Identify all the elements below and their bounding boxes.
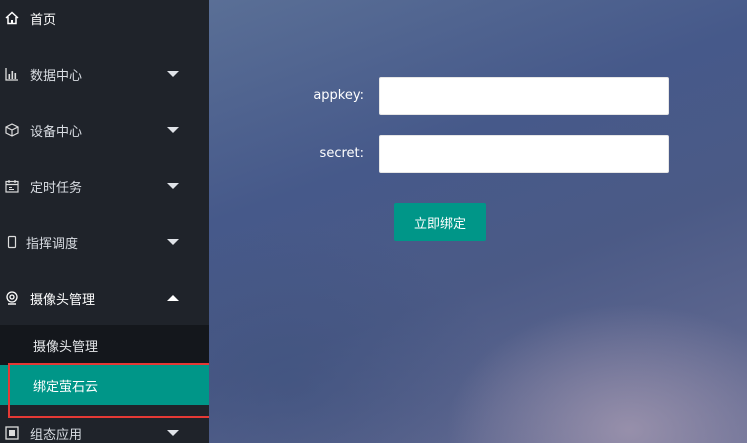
sidebar-item-config-apps[interactable]: 组态应用 xyxy=(0,405,209,443)
submenu-item-bind-ezviz[interactable]: 绑定萤石云 xyxy=(0,365,209,405)
cube-icon xyxy=(4,122,20,138)
secret-input[interactable] xyxy=(379,135,669,173)
calendar-icon xyxy=(4,178,20,194)
appkey-input[interactable] xyxy=(379,77,669,115)
sidebar: 首页 数据中心 设备中心 定时任务 指挥调度 摄像头管理 摄像头管理 绑定萤石云… xyxy=(0,0,209,443)
camera-submenu: 摄像头管理 绑定萤石云 xyxy=(0,325,209,405)
app-root: 首页 数据中心 设备中心 定时任务 指挥调度 摄像头管理 摄像头管理 绑定萤石云… xyxy=(0,0,747,443)
secret-label: secret: xyxy=(319,146,364,161)
sidebar-item-label: 定时任务 xyxy=(30,180,83,196)
app-icon xyxy=(4,425,20,441)
sidebar-item-label: 指挥调度 xyxy=(26,236,79,252)
chevron-down-icon xyxy=(167,239,179,245)
home-icon xyxy=(4,10,20,26)
sidebar-item-data-center[interactable]: 数据中心 xyxy=(0,46,209,102)
sidebar-item-home[interactable]: 首页 xyxy=(0,0,209,46)
chart-icon xyxy=(4,66,20,82)
sidebar-item-device-center[interactable]: 设备中心 xyxy=(0,102,209,158)
bind-now-button[interactable]: 立即绑定 xyxy=(394,203,486,241)
sidebar-item-camera-management[interactable]: 摄像头管理 xyxy=(0,270,209,326)
sidebar-item-label: 首页 xyxy=(30,12,57,28)
chevron-up-icon xyxy=(167,295,179,301)
chevron-down-icon xyxy=(167,127,179,133)
sidebar-item-label: 组态应用 xyxy=(30,427,83,443)
sidebar-item-scheduled-tasks[interactable]: 定时任务 xyxy=(0,158,209,214)
submenu-item-label: 绑定萤石云 xyxy=(33,379,99,395)
main-content: appkey: secret: 立即绑定 xyxy=(209,0,747,443)
sidebar-item-label: 设备中心 xyxy=(30,124,83,140)
chevron-down-icon xyxy=(167,430,179,436)
phone-icon xyxy=(4,234,20,250)
camera-icon xyxy=(4,290,20,306)
sidebar-item-label: 摄像头管理 xyxy=(30,292,96,308)
submenu-item-label: 摄像头管理 xyxy=(33,339,99,355)
sidebar-item-dispatch[interactable]: 指挥调度 xyxy=(0,214,209,270)
submenu-item-camera-management[interactable]: 摄像头管理 xyxy=(0,325,209,365)
chevron-down-icon xyxy=(167,71,179,77)
chevron-down-icon xyxy=(167,183,179,189)
appkey-label: appkey: xyxy=(313,88,364,103)
sidebar-item-label: 数据中心 xyxy=(30,68,83,84)
